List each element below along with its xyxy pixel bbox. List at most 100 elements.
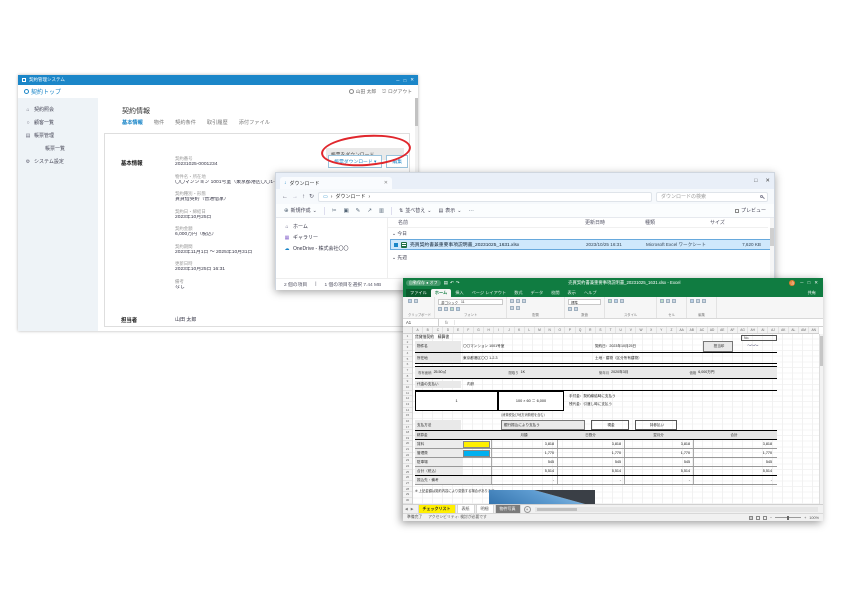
delete-icon[interactable]: ▥ (379, 208, 384, 214)
merge-center-icon[interactable] (510, 306, 514, 310)
undo-icon[interactable]: ↶ (450, 280, 454, 286)
minimize-button[interactable]: ─ (396, 78, 399, 83)
column-header[interactable]: B (423, 327, 433, 333)
format-table-icon[interactable] (614, 299, 618, 303)
more-button[interactable]: ⋯ (468, 208, 474, 214)
column-header[interactable]: F (464, 327, 474, 333)
ribbon-tab[interactable]: ファイル (406, 289, 431, 297)
close-button[interactable]: ✕ (765, 178, 770, 184)
column-header[interactable]: AA (677, 327, 687, 333)
maximize-button[interactable]: □ (808, 280, 811, 286)
cell-styles-icon[interactable] (620, 299, 624, 303)
copy-icon[interactable]: ▣ (343, 208, 348, 214)
select-all-corner[interactable] (403, 327, 413, 334)
page-tab[interactable]: 基本情報 (122, 119, 143, 126)
format-icon[interactable] (672, 299, 676, 303)
share-button[interactable]: 共有 (804, 289, 820, 297)
conditional-format-icon[interactable] (608, 299, 612, 303)
up-button[interactable]: ↑ (302, 194, 305, 200)
column-header[interactable]: K (515, 327, 525, 333)
column-header[interactable]: G (474, 327, 484, 333)
highlighted-cell[interactable] (463, 450, 490, 457)
share-icon[interactable]: ↗ (367, 208, 372, 214)
close-button[interactable]: ✕ (814, 280, 818, 286)
column-header[interactable]: AG (738, 327, 748, 333)
column-header[interactable]: AE (718, 327, 728, 333)
column-header[interactable]: X (647, 327, 657, 333)
column-header[interactable]: J (504, 327, 514, 333)
column-header[interactable]: AF (728, 327, 738, 333)
indent-icon[interactable] (516, 306, 520, 310)
delete-cells-icon[interactable] (666, 299, 670, 303)
user-menu[interactable]: 山田 太郎 (349, 88, 377, 95)
maximize-button[interactable]: □ (754, 178, 757, 184)
number-format-select[interactable]: 標準 (568, 299, 601, 305)
report-download-button[interactable]: 帳票ダウンロード ▾ (328, 155, 382, 168)
font-name-select[interactable]: 游ゴシック 11 (438, 299, 503, 305)
horizontal-scrollbar[interactable] (535, 507, 818, 512)
column-header[interactable]: D (443, 327, 453, 333)
fill-color-icon[interactable] (450, 307, 454, 311)
column-header[interactable]: V (626, 327, 636, 333)
column-size[interactable]: サイズ (710, 219, 725, 226)
column-header[interactable]: P (565, 327, 575, 333)
zoom-slider[interactable] (775, 517, 801, 518)
search-input[interactable]: ダウンロードの検索 (656, 192, 768, 202)
column-header[interactable]: AH (748, 327, 758, 333)
group-today[interactable]: ⌄ 今日 (392, 230, 407, 237)
normal-view-icon[interactable] (749, 516, 753, 520)
page-layout-icon[interactable] (756, 516, 760, 520)
column-type[interactable]: 種類 (645, 219, 655, 226)
maximize-button[interactable]: □ (404, 78, 407, 83)
column-header[interactable]: W (636, 327, 646, 333)
ribbon-tab[interactable]: 表示 (564, 289, 580, 297)
column-header[interactable]: U (616, 327, 626, 333)
view-button[interactable]: ▤ 表示 ⌄ (438, 207, 461, 214)
minimize-button[interactable]: ─ (800, 280, 803, 286)
column-header[interactable]: I (494, 327, 504, 333)
page-break-icon[interactable] (763, 516, 767, 520)
sidebar-item[interactable]: システム設定 (18, 155, 98, 168)
ribbon-tab[interactable]: データ (527, 289, 548, 297)
bold-icon[interactable] (438, 307, 442, 311)
redo-icon[interactable]: ↷ (456, 280, 460, 286)
sidebar-item[interactable]: OneDrive - 株式会社〇〇 (276, 243, 387, 254)
column-header[interactable]: AD (708, 327, 718, 333)
column-modified[interactable]: 更新日時 (585, 219, 605, 226)
new-button[interactable]: ⊕ 新規作成 ⌄ (284, 207, 317, 214)
forward-button[interactable]: → (292, 194, 298, 200)
sort-button[interactable]: ⇅ 並べ替え ⌄ (399, 207, 431, 214)
checkbox-checked[interactable] (394, 243, 398, 247)
list-scrollbar[interactable] (770, 218, 774, 278)
cell-grid[interactable]: 賃貸借契約 精算書 No. 物件名 〇〇マンション 1001号室 契約日：202… (413, 334, 819, 504)
highlighted-cell[interactable] (463, 459, 490, 466)
name-box[interactable]: A1 (403, 319, 439, 326)
font-color-icon[interactable] (456, 307, 460, 311)
autosum-icon[interactable] (690, 299, 694, 303)
column-header[interactable]: N (545, 327, 555, 333)
save-icon[interactable]: ▤ (444, 280, 448, 286)
highlighted-cell[interactable] (463, 468, 490, 475)
selected-file-row[interactable]: 売買契約書兼重要事項説明書_20231025_1631.xlsx 2023/10… (390, 239, 772, 250)
tab-close-icon[interactable]: ✕ (384, 180, 388, 186)
column-header[interactable]: L (525, 327, 535, 333)
sort-filter-icon[interactable] (696, 299, 700, 303)
logout-button[interactable]: ⎋ ログアウト (382, 88, 412, 95)
align-left-icon[interactable] (510, 299, 514, 303)
autosave-toggle[interactable]: 自動保存 ● オフ (406, 280, 441, 286)
page-tab[interactable]: 取引履歴 (207, 119, 228, 126)
page-tab[interactable]: 物件 (154, 119, 164, 126)
highlighted-cell[interactable] (463, 441, 490, 448)
brand-link[interactable]: 契約トップ (24, 87, 61, 96)
italic-icon[interactable] (444, 307, 448, 311)
zoom-level[interactable]: 100% (809, 516, 819, 520)
sheet-tab[interactable]: チェックリスト (418, 505, 456, 514)
percent-icon[interactable] (568, 307, 572, 311)
refresh-button[interactable]: ↻ (309, 193, 314, 200)
preview-button[interactable]: プレビュー (735, 207, 766, 214)
column-header[interactable]: AJ (768, 327, 778, 333)
row-header[interactable]: 30 (403, 498, 412, 504)
column-header[interactable]: R (586, 327, 596, 333)
rename-icon[interactable]: ✎ (356, 208, 361, 214)
fx-icon[interactable]: fx (439, 320, 455, 325)
